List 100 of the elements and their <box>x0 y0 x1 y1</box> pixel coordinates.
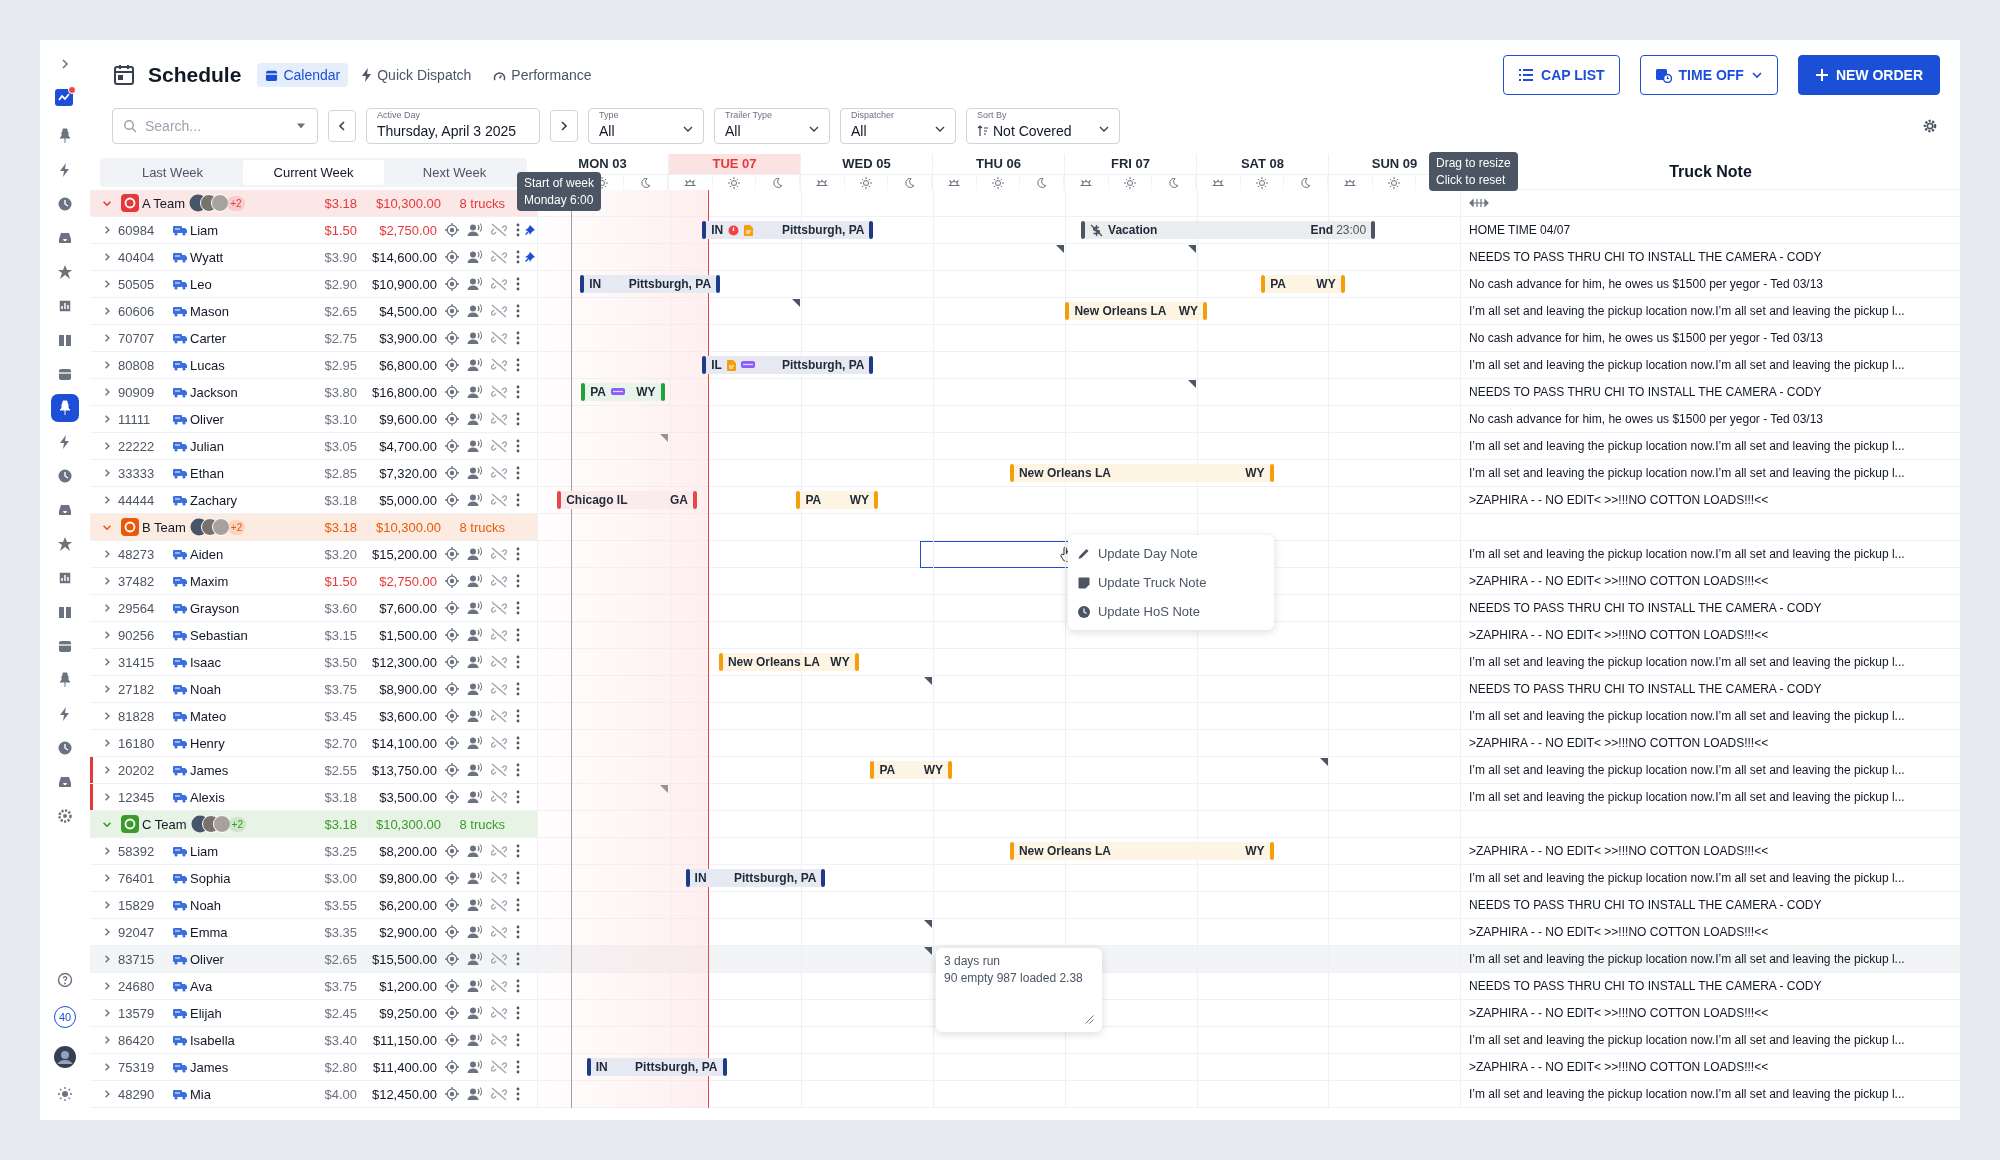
unlink-icon[interactable] <box>491 871 507 885</box>
unlink-icon[interactable] <box>491 763 507 777</box>
resize-handle[interactable] <box>586 1058 591 1076</box>
menu-item[interactable]: Update Day Note <box>1068 539 1274 568</box>
more-icon[interactable] <box>516 385 520 399</box>
expand-icon[interactable] <box>104 307 110 315</box>
load-bar[interactable]: Chicago IL GA <box>561 491 693 509</box>
settings-icon[interactable] <box>1922 118 1938 134</box>
expand-icon[interactable] <box>104 712 110 720</box>
truck-note[interactable]: I’m all set and leaving the pickup location now.I’m all set and leaving the pickup l... <box>1469 439 1905 453</box>
person-voice-icon[interactable] <box>467 1087 483 1101</box>
more-icon[interactable] <box>516 844 520 858</box>
target-icon[interactable] <box>445 790 459 804</box>
more-icon[interactable] <box>516 979 520 993</box>
expand-icon[interactable] <box>104 874 110 882</box>
target-icon[interactable] <box>445 358 459 372</box>
person-voice-icon[interactable] <box>467 844 483 858</box>
more-icon[interactable] <box>516 736 520 750</box>
target-icon[interactable] <box>445 682 459 696</box>
more-icon[interactable] <box>516 358 520 372</box>
driver-name[interactable]: Wyatt <box>190 249 224 265</box>
resize-handle[interactable] <box>557 491 562 509</box>
resize-handle[interactable] <box>718 653 723 671</box>
truck-note[interactable]: I’m all set and leaving the pickup location now.I’m all set and leaving the pickup l... <box>1469 304 1905 318</box>
person-voice-icon[interactable] <box>467 709 483 723</box>
resize-handle[interactable] <box>874 491 879 509</box>
unlink-icon[interactable] <box>491 466 507 480</box>
target-icon[interactable] <box>445 1060 459 1074</box>
expand-icon[interactable] <box>104 550 110 558</box>
target-icon[interactable] <box>445 1033 459 1047</box>
unlink-icon[interactable] <box>491 1033 507 1047</box>
expand-icon[interactable] <box>104 739 110 747</box>
resize-handle[interactable] <box>702 221 707 239</box>
truck-note[interactable]: No cash advance for him, he owes us $1500 per yegor - Ted 03/13 <box>1469 331 1823 345</box>
driver-name[interactable]: Noah <box>190 897 222 913</box>
previous-day-button[interactable] <box>328 110 356 142</box>
load-bar[interactable]: New Orleans LA WY <box>722 653 855 671</box>
unlink-icon[interactable] <box>491 439 507 453</box>
expand-icon[interactable] <box>104 901 110 909</box>
driver-name[interactable]: Liam <box>190 843 219 859</box>
target-icon[interactable] <box>445 277 459 291</box>
driver-name[interactable]: Sebastian <box>190 627 248 643</box>
truck-note[interactable]: >ZAPHIRA - - NO EDIT< >>!!!NO COTTON LOADS!!!<< <box>1469 1006 1769 1020</box>
person-voice-icon[interactable] <box>467 331 483 345</box>
expand-icon[interactable] <box>104 334 110 342</box>
expand-icon[interactable] <box>104 577 110 585</box>
target-icon[interactable] <box>445 547 459 561</box>
person-voice-icon[interactable] <box>467 223 483 237</box>
load-bar[interactable]: New Orleans LA WY <box>1013 464 1270 482</box>
expand-icon[interactable] <box>59 58 71 70</box>
resize-handle[interactable] <box>660 383 665 401</box>
load-bar[interactable]: IN Pittsburgh, PA <box>590 1058 723 1076</box>
target-icon[interactable] <box>445 763 459 777</box>
driver-name[interactable]: Sophia <box>190 870 231 886</box>
more-icon[interactable] <box>516 277 520 291</box>
driver-name[interactable]: Grayson <box>190 600 240 616</box>
week-tab[interactable]: Next Week <box>384 159 525 185</box>
unlink-icon[interactable] <box>491 1087 507 1101</box>
truck-note[interactable]: >ZAPHIRA - - NO EDIT< >>!!!NO COTTON LOADS!!!<< <box>1469 844 1769 858</box>
target-icon[interactable] <box>445 493 459 507</box>
driver-name[interactable]: Isaac <box>190 654 222 670</box>
truck-note[interactable]: NEEDS TO PASS THRU CHI TO INSTALL THE CAMERA - CODY <box>1469 601 1822 615</box>
unlink-icon[interactable] <box>491 844 507 858</box>
unlink-icon[interactable] <box>491 358 507 372</box>
note-marker-icon[interactable] <box>924 920 932 928</box>
pin-icon[interactable] <box>525 252 535 262</box>
avatar[interactable] <box>54 1046 76 1068</box>
driver-name[interactable]: Jackson <box>190 384 238 400</box>
truck-note[interactable]: I’m all set and leaving the pickup location now.I’m all set and leaving the pickup l... <box>1469 790 1905 804</box>
driver-name[interactable]: James <box>190 1059 229 1075</box>
truck-note[interactable]: >ZAPHIRA - - NO EDIT< >>!!!NO COTTON LOADS!!!<< <box>1469 1060 1769 1074</box>
target-icon[interactable] <box>445 925 459 939</box>
person-voice-icon[interactable] <box>467 466 483 480</box>
truck-note[interactable]: NEEDS TO PASS THRU CHI TO INSTALL THE CAMERA - CODY <box>1469 385 1822 399</box>
week-tab[interactable]: Last Week <box>102 159 243 185</box>
resize-grip-icon[interactable] <box>1085 1015 1094 1024</box>
resize-handle[interactable] <box>1009 464 1014 482</box>
truck-note[interactable]: I’m all set and leaving the pickup location now.I’m all set and leaving the pickup l... <box>1469 952 1905 966</box>
unlink-icon[interactable] <box>491 736 507 750</box>
unlink-icon[interactable] <box>491 250 507 264</box>
driver-name[interactable]: Leo <box>190 276 212 292</box>
menu-item[interactable]: Update Truck Note <box>1068 568 1274 597</box>
expand-icon[interactable] <box>104 604 110 612</box>
load-bar[interactable]: New Orleans LA WY <box>1069 302 1204 320</box>
driver-name[interactable]: Elijah <box>190 1005 222 1021</box>
person-voice-icon[interactable] <box>467 1006 483 1020</box>
target-icon[interactable] <box>445 979 459 993</box>
resize-handle[interactable] <box>1340 275 1345 293</box>
note-marker-icon[interactable] <box>1188 380 1196 388</box>
expand-icon[interactable] <box>104 226 110 234</box>
view-tab[interactable]: Quick Dispatch <box>354 63 480 87</box>
resize-handle[interactable] <box>1009 842 1014 860</box>
target-icon[interactable] <box>445 871 459 885</box>
pin-icon[interactable] <box>525 225 535 235</box>
load-bar[interactable]: PA WY <box>800 491 875 509</box>
driver-name[interactable]: Emma <box>190 924 228 940</box>
target-icon[interactable] <box>445 250 459 264</box>
load-bar[interactable]: IN Pittsburgh, PA <box>584 275 717 293</box>
more-icon[interactable] <box>516 250 520 264</box>
resize-handle[interactable] <box>821 869 826 887</box>
